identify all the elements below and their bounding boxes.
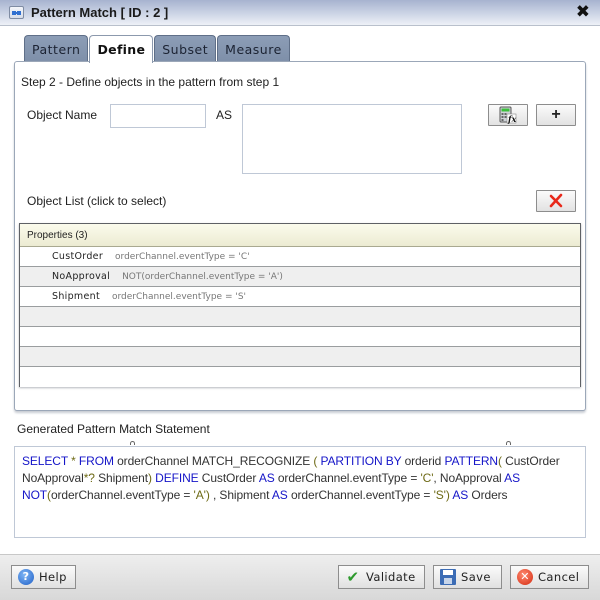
sql-text: orderChannel.eventType = (50, 488, 194, 502)
sql-keyword: SELECT (22, 454, 68, 468)
validate-label: Validate (366, 570, 416, 584)
sql-text: CustOrder (198, 471, 259, 485)
tab-subset[interactable]: Subset (154, 35, 217, 62)
sql-keyword: FROM (78, 454, 114, 468)
dialog-footer: ? Help ✔ Validate Save ✕ Cancel (0, 554, 600, 600)
tab-pattern[interactable]: Pattern (24, 35, 89, 62)
window-title: Pattern Match [ ID : 2 ] (31, 5, 169, 20)
validate-button[interactable]: ✔ Validate (338, 565, 425, 589)
sql-punctuation: *? (83, 471, 99, 485)
as-label: AS (216, 108, 233, 122)
close-icon[interactable]: ✖ (576, 3, 590, 21)
help-button[interactable]: ? Help (11, 565, 76, 589)
sql-keyword: AS (258, 471, 275, 485)
sql-text: orderChannel.eventType = (274, 471, 421, 485)
sql-punctuation: ( (313, 454, 321, 468)
step-label: Step 2 - Define objects in the pattern f… (21, 75, 280, 89)
sql-text: , NoApproval (433, 471, 505, 485)
sql-text: orderChannel MATCH_RECOGNIZE (113, 454, 314, 468)
table-row-empty (20, 367, 580, 387)
sql-keyword: PARTITION BY (320, 454, 402, 468)
table-header: Properties (3) (20, 224, 580, 247)
sql-text: Shipment (98, 471, 148, 485)
sql-keyword: NOT (22, 488, 48, 502)
table-row[interactable]: Shipment orderChannel.eventType = 'S' (20, 287, 580, 307)
object-expression: orderChannel.eventType = 'C' (115, 251, 250, 262)
object-list-label: Object List (click to select) (27, 194, 167, 208)
object-name-label: Object Name (27, 108, 98, 122)
object-name: CustOrder (52, 251, 104, 262)
save-disk-icon (440, 569, 456, 585)
object-name-input[interactable] (110, 104, 206, 128)
tab-define[interactable]: Define (89, 35, 154, 63)
sql-keyword: AS (504, 471, 520, 485)
sql-keyword: DEFINE (155, 471, 199, 485)
help-label: Help (39, 570, 67, 584)
sql-punctuation: 'A') (193, 488, 210, 502)
sql-punctuation: * (67, 454, 79, 468)
object-list-table: Properties (3) CustOrder orderChannel.ev… (19, 223, 581, 387)
table-row-empty (20, 307, 580, 327)
sql-keyword: PATTERN (444, 454, 498, 468)
cancel-icon: ✕ (517, 569, 533, 585)
sql-punctuation: 'S') (433, 488, 450, 502)
sql-text: , Shipment (209, 488, 272, 502)
svg-text:fx: fx (507, 114, 516, 124)
pattern-match-icon (9, 6, 24, 19)
table-row-empty (20, 347, 580, 367)
checkmark-icon: ✔ (346, 568, 360, 586)
sql-keyword: AS (271, 488, 288, 502)
resize-handle[interactable] (130, 441, 135, 445)
tab-measure[interactable]: Measure (217, 35, 290, 62)
as-expression-input[interactable] (242, 104, 462, 174)
delete-x-icon (549, 193, 563, 208)
table-row[interactable]: CustOrder orderChannel.eventType = 'C' (20, 247, 580, 267)
object-name: Shipment (52, 291, 100, 302)
sql-keyword: AS (452, 488, 469, 502)
sql-punctuation: 'C' (420, 471, 434, 485)
cancel-label: Cancel (538, 570, 580, 584)
object-expression: orderChannel.eventType = 'S' (111, 291, 247, 302)
table-row[interactable]: NoApproval NOT(orderChannel.eventType = … (20, 267, 580, 287)
delete-object-button[interactable] (536, 190, 576, 212)
resize-handle[interactable] (506, 441, 511, 445)
sql-text: orderid (401, 454, 445, 468)
table-body: CustOrder orderChannel.eventType = 'C' N… (20, 247, 580, 387)
generated-statement-text[interactable]: SELECT * FROM orderChannel MATCH_RECOGNI… (14, 446, 586, 538)
title-bar: Pattern Match [ ID : 2 ] ✖ (0, 0, 600, 26)
expression-builder-button[interactable]: fx (488, 104, 528, 126)
sql-text: Orders (468, 488, 508, 502)
sql-text: orderChannel.eventType = (287, 488, 434, 502)
help-icon: ? (18, 569, 34, 585)
cancel-button[interactable]: ✕ Cancel (510, 565, 589, 589)
plus-icon: + (551, 106, 561, 123)
tab-bar: Pattern Define Subset Measure (24, 35, 290, 63)
calculator-formula-icon: fx (499, 106, 516, 124)
save-button[interactable]: Save (433, 565, 502, 589)
add-object-button[interactable]: + (536, 104, 576, 126)
save-label: Save (461, 570, 491, 584)
generated-statement-label: Generated Pattern Match Statement (17, 422, 210, 436)
object-expression: NOT(orderChannel.eventType = 'A') (122, 271, 283, 282)
object-name: NoApproval (52, 271, 111, 282)
define-panel: Step 2 - Define objects in the pattern f… (14, 61, 586, 411)
table-row-empty (20, 327, 580, 347)
